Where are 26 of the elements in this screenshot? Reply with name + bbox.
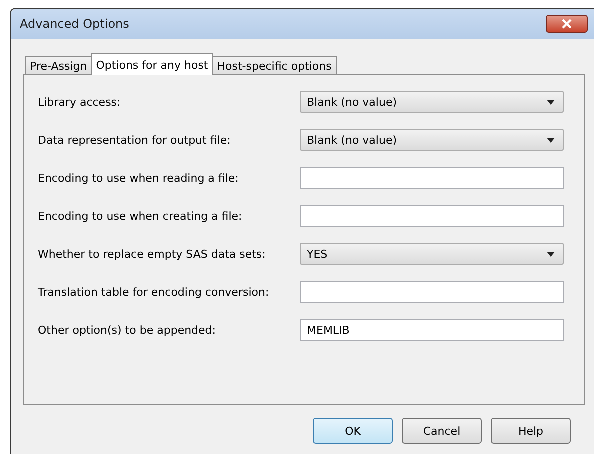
dropdown[interactable]: Blank (no value) [300,91,564,113]
input-field[interactable] [300,281,564,303]
input-field[interactable] [300,205,564,227]
caret-icon [547,252,555,256]
dropdown[interactable]: Blank (no value) [300,129,564,151]
caret-icon [547,138,555,142]
field-label: Whether to replace empty SAS data sets: [38,248,267,260]
input-field[interactable]: MEMLIB [300,319,564,341]
caret-icon [547,100,555,104]
field-label: Other option(s) to be appended: [38,324,217,336]
field-label: Data representation for output file: [38,134,232,146]
field-label: Encoding to use when creating a file: [38,210,244,222]
window-title: Advanced Options [20,17,130,31]
dialog-button[interactable]: Help [491,418,571,444]
dropdown[interactable]: YES [300,243,564,265]
field-label: Encoding to use when reading a file: [38,172,240,184]
close-icon [561,19,573,29]
tab[interactable]: Pre-Assign [25,56,92,74]
tab[interactable]: Options for any host [91,53,214,75]
ok-button[interactable]: OK [313,418,393,444]
field-label: Library access: [38,96,122,108]
input-field[interactable] [300,167,564,189]
dialog-button[interactable]: Cancel [402,418,482,444]
field-label: Translation table for encoding conversion: [38,286,270,298]
close-button[interactable] [546,15,588,33]
tab[interactable]: Host-specific options [212,56,337,74]
